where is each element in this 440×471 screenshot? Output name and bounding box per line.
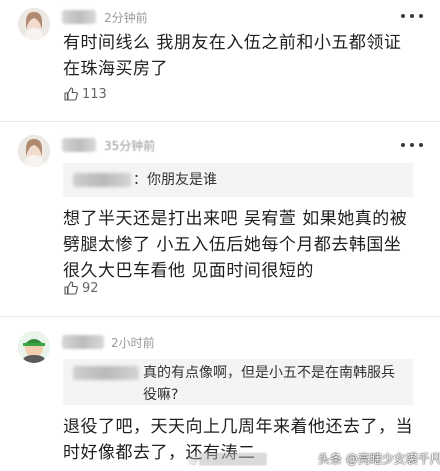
more-options-button[interactable] [401, 139, 423, 151]
more-options-button[interactable] [401, 10, 423, 22]
source-watermark-redacted: @▒▒▒▒▒▒▒▒ [188, 453, 267, 466]
commenter-avatar[interactable] [18, 331, 50, 363]
quoted-user-redacted [73, 366, 139, 380]
quoted-text: 真的有点像啊，但是小五不是在南韩服兵役嘛? [143, 365, 395, 403]
commenter-avatar[interactable] [18, 8, 50, 40]
comment-timestamp: 2分钟前 [104, 11, 148, 25]
comment-text: 想了半天还是打出来吧 吴宥萱 如果她真的被劈腿太惨了 小五入伍后她每个月都去韩国… [63, 209, 408, 281]
like-count: 113 [82, 86, 107, 102]
like-count: 92 [82, 280, 99, 296]
commenter-name-redacted [62, 10, 96, 24]
commenter-name-redacted [62, 335, 104, 349]
comment-divider [0, 121, 440, 122]
comment-text: 有时间线么 我朋友在入伍之前和小五都领证在珠海买房了 [63, 33, 402, 79]
commenter-name-redacted [62, 138, 96, 152]
quoted-text: ：你朋友是谁 [133, 172, 217, 188]
toutiao-watermark: 头条 @亮瞎少女裘千尺 [318, 452, 440, 466]
thumbs-up-icon [64, 87, 78, 101]
thumbs-up-icon [64, 281, 78, 295]
like-button[interactable]: 113 [63, 86, 107, 102]
like-button[interactable]: 92 [63, 280, 99, 296]
comment-divider [0, 316, 440, 317]
commenter-avatar[interactable] [18, 135, 50, 167]
quoted-user-redacted [73, 173, 131, 187]
comment-timestamp: 35分钟前 [104, 139, 156, 153]
comment-timestamp: 2小时前 [111, 336, 155, 350]
